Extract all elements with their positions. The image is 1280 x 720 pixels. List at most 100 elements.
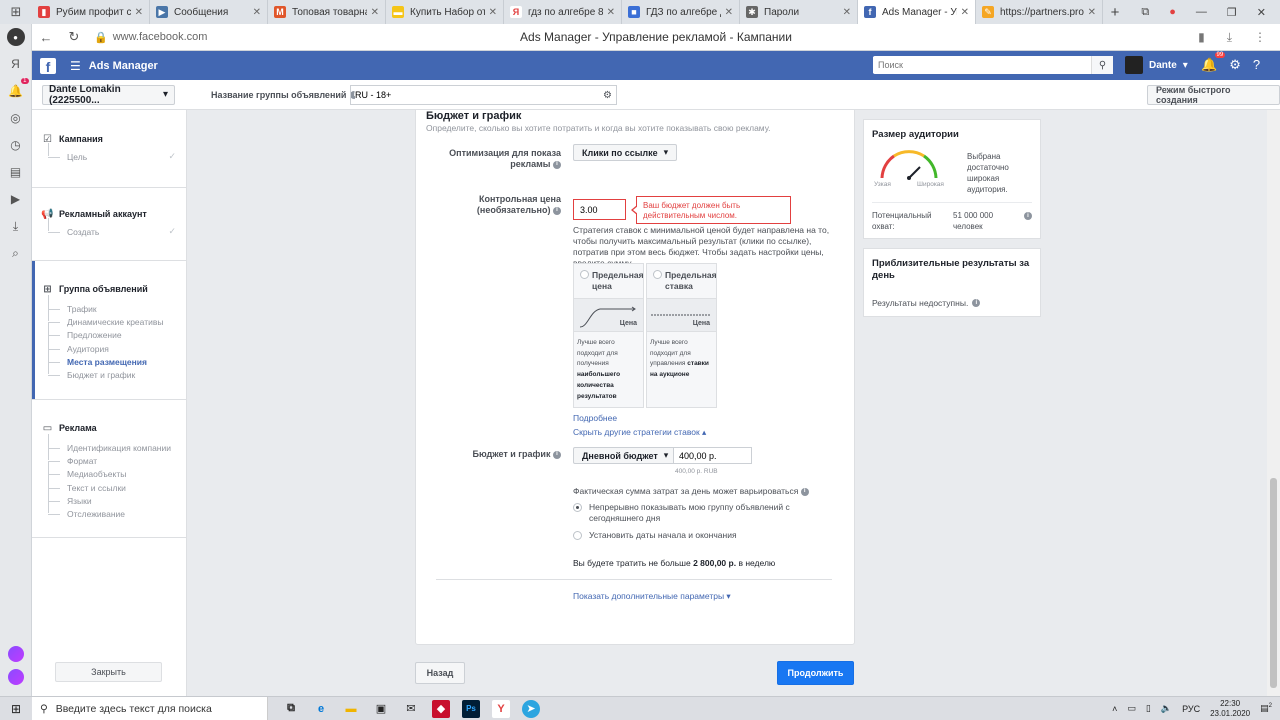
network-icon[interactable]: ▭ — [1127, 703, 1136, 714]
avatar[interactable]: ● — [6, 28, 25, 46]
scrollbar-thumb[interactable] — [1270, 478, 1277, 688]
learn-more-link[interactable]: Подробнее — [573, 413, 617, 423]
bookmarks-icon[interactable]: ⧉ — [1141, 6, 1149, 19]
gear-icon[interactable]: ⚙ — [1229, 57, 1241, 73]
nav-item[interactable]: Динамические креативы — [42, 308, 186, 328]
download-icon[interactable]: ⤓ — [1227, 30, 1232, 45]
nav-heading-account[interactable]: 📢 Рекламный аккаунт — [41, 207, 186, 221]
radio-button[interactable] — [653, 270, 662, 279]
close-tab-icon[interactable]: ✕ — [607, 7, 615, 18]
download-icon[interactable]: ⤓ — [7, 217, 25, 235]
taskbar-search[interactable]: ⚲ Введите здесь текст для поиска — [32, 696, 268, 720]
close-button[interactable]: Закрыть — [55, 662, 162, 682]
hide-strategies-link[interactable]: Скрыть другие стратегии ставок ▴ — [573, 427, 706, 438]
close-tab-icon[interactable]: ✕ — [1088, 7, 1096, 18]
close-tab-icon[interactable]: ✕ — [489, 7, 497, 18]
task-view-icon[interactable]: ⧉ — [282, 700, 300, 718]
group-name-input[interactable] — [355, 90, 604, 100]
mail-icon[interactable]: ✉ — [402, 700, 420, 718]
continue-button[interactable]: Продолжить — [777, 661, 854, 685]
optimization-dropdown[interactable]: Клики по ссылке ▾ — [573, 144, 678, 161]
info-icon[interactable]: i — [553, 206, 561, 215]
clock-icon[interactable]: ◷ — [7, 136, 25, 154]
clock[interactable]: 22:30 23.01.2020 — [1210, 699, 1250, 719]
search-input[interactable] — [873, 57, 1091, 73]
nav-item[interactable]: Медиаобъекты — [42, 460, 186, 481]
browser-tab[interactable]: ▬ Купить Набор отверт ✕ — [386, 0, 504, 24]
page-scrollbar[interactable] — [1267, 110, 1280, 696]
globe-icon[interactable]: ◎ — [7, 109, 25, 127]
bid-input[interactable] — [573, 199, 626, 220]
browser-tab[interactable]: M Топовая товарная СР ✕ — [268, 0, 386, 24]
facebook-logo-icon[interactable]: f — [40, 57, 56, 74]
gear-icon[interactable]: ⚙ — [603, 90, 612, 101]
help-icon[interactable]: ? — [1253, 57, 1260, 73]
game-icon[interactable]: ◆ — [432, 699, 450, 718]
info-icon[interactable]: i — [800, 487, 809, 496]
quick-mode-button[interactable]: Режим быстрого создания — [1147, 85, 1280, 105]
volume-icon[interactable]: 🔈 — [1161, 703, 1172, 714]
strategy-option-cost-cap[interactable]: Предельная цена Цена Лучше всего подходи… — [573, 263, 644, 408]
search-icon[interactable]: ⚲ — [1091, 56, 1113, 74]
schedule-option-dates[interactable]: Установить даты начала и окончания — [573, 530, 737, 541]
radio-button[interactable] — [580, 270, 589, 279]
show-advanced-link[interactable]: Показать дополнительные параметры ▾ — [573, 591, 731, 602]
info-icon[interactable]: i — [972, 299, 981, 307]
bell-icon[interactable]: 🔔 1 — [7, 78, 29, 100]
folder-icon[interactable]: ▬ — [342, 700, 360, 718]
photoshop-icon[interactable]: Ps — [462, 699, 480, 718]
close-tab-icon[interactable]: ✕ — [843, 7, 851, 18]
video-icon[interactable]: ▶ — [7, 190, 25, 208]
nav-item[interactable]: Языки — [42, 487, 186, 507]
browser-tab[interactable]: ✱ Пароли ✕ — [740, 0, 858, 24]
schedule-option-continuous[interactable]: Непрерывно показывать мою группу объявле… — [573, 502, 835, 524]
notifications-icon[interactable]: ▤2 — [1260, 703, 1272, 714]
search-image-icon[interactable]: ⌕ — [7, 244, 25, 262]
radio-button[interactable] — [573, 531, 582, 540]
language-indicator[interactable]: РУС — [1182, 704, 1200, 714]
profile-icon[interactable]: ● — [1169, 6, 1176, 18]
account-selector[interactable]: Dante Lomakin (2225500... ▾ — [42, 84, 175, 106]
back-icon[interactable]: ← — [32, 30, 60, 45]
close-tab-icon[interactable]: ✕ — [371, 7, 379, 18]
strategy-option-bid-cap[interactable]: Предельная ставка Цена Лучше всего подхо… — [646, 263, 717, 408]
browser-tab[interactable]: ▶ Сообщения ✕ — [150, 0, 268, 24]
nav-item[interactable]: Идентификация компании — [42, 433, 186, 454]
browser-tab[interactable]: ▮ Рубим профит с прил ✕ — [32, 0, 150, 24]
budget-amount-input[interactable] — [673, 447, 752, 464]
nav-item[interactable]: Отслеживание — [42, 500, 186, 520]
nav-item[interactable]: Формат — [42, 447, 186, 467]
battery-icon[interactable]: ▯ — [1146, 703, 1151, 714]
nav-item[interactable]: Бюджет и график — [42, 361, 186, 381]
telegram-icon[interactable]: ➤ — [522, 699, 540, 718]
close-window-button[interactable]: ✕ — [1257, 6, 1266, 19]
store-icon[interactable]: ▣ — [372, 700, 390, 718]
minimize-button[interactable]: — — [1196, 6, 1207, 18]
browser-tab[interactable]: ■ ГДЗ по алгебре для 8 ✕ — [622, 0, 740, 24]
collections-icon[interactable]: ▤ — [7, 163, 25, 181]
close-tab-icon[interactable]: ✕ — [961, 7, 969, 18]
edge-icon[interactable]: e — [312, 700, 330, 718]
hamburger-menu-icon[interactable]: ☰ — [70, 59, 81, 73]
yandex-browser-icon[interactable]: Y — [492, 699, 510, 718]
alice-icon[interactable] — [7, 669, 24, 685]
browser-tab[interactable]: f Ads Manager - Упр ✕ — [858, 0, 976, 24]
nav-heading-adgroup[interactable]: ⊞ Группа объявлений — [42, 282, 186, 296]
info-icon[interactable]: i — [553, 450, 561, 459]
menu-icon[interactable]: ⋮ — [1254, 30, 1266, 45]
nav-item[interactable]: Цель ✓ — [42, 142, 186, 163]
browser-tab[interactable]: ✎ https://partners.propel ✕ — [976, 0, 1103, 24]
nav-item[interactable]: Создать ✓ — [42, 217, 186, 238]
nav-item[interactable]: Аудитория — [42, 334, 186, 355]
nav-item[interactable]: Трафик — [42, 294, 186, 315]
info-icon[interactable]: i — [1024, 212, 1032, 220]
nav-item[interactable]: Места размещения — [42, 348, 186, 368]
chevron-up-icon[interactable]: ˄ — [1112, 704, 1117, 714]
alice-icon[interactable] — [7, 646, 24, 662]
apps-grid-icon[interactable]: ⊞ — [0, 4, 32, 20]
new-tab-button[interactable]: + — [1103, 4, 1127, 21]
bell-icon[interactable]: 🔔 99 — [1201, 52, 1226, 73]
close-tab-icon[interactable]: ✕ — [725, 7, 733, 18]
back-button[interactable]: Назад — [415, 662, 465, 684]
nav-item[interactable]: Предложение — [42, 321, 186, 342]
